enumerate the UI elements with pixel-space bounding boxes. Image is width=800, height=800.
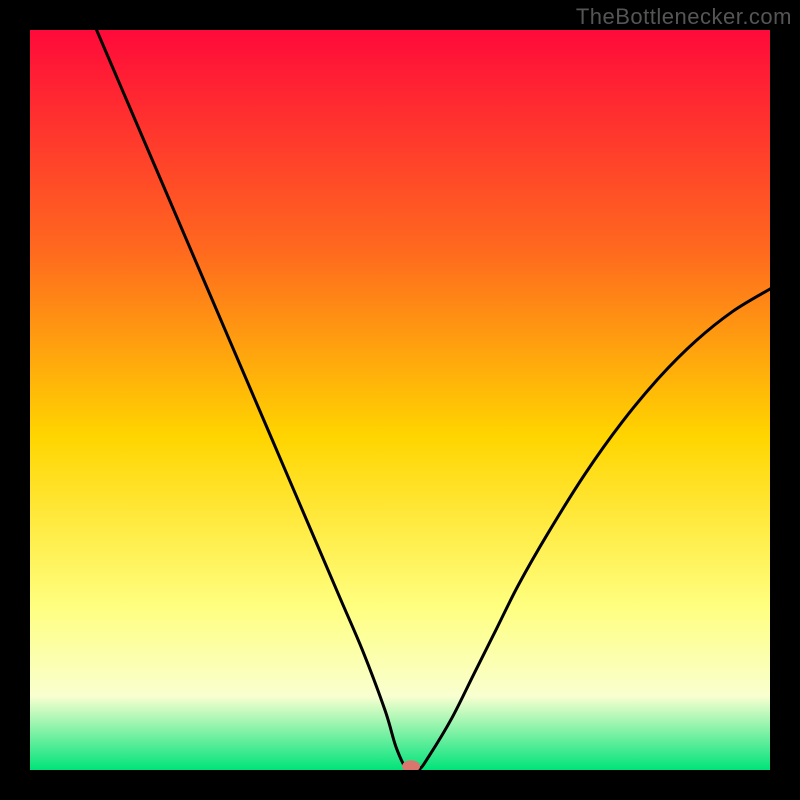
watermark-text: TheBottlenecker.com <box>576 4 792 30</box>
chart-frame: TheBottlenecker.com <box>0 0 800 800</box>
gradient-background <box>30 30 770 770</box>
plot-area <box>30 30 770 770</box>
bottleneck-chart-svg <box>30 30 770 770</box>
